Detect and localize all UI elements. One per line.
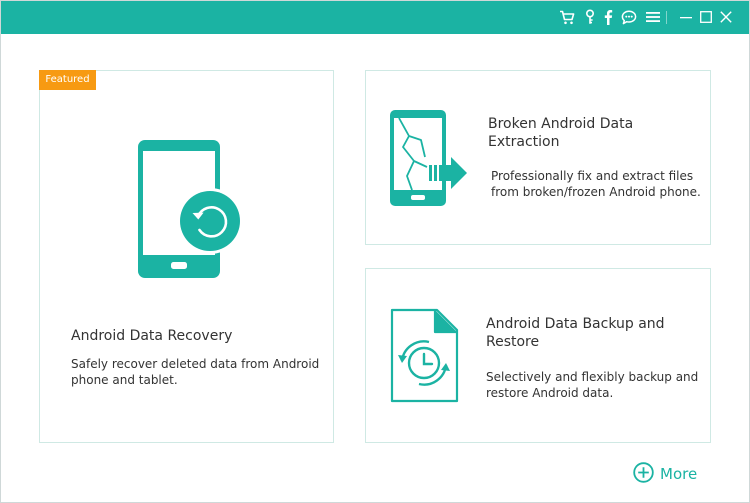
more-label: More — [660, 465, 698, 483]
card-description-line-1: Safely recover deleted data from Android — [71, 357, 320, 371]
card-title-line-1: Android Data Backup and — [486, 316, 665, 332]
card-title-line-2: Extraction — [488, 134, 560, 150]
featured-badge: Featured — [39, 70, 96, 90]
facebook-icon[interactable] — [599, 8, 617, 26]
card-title-line-2: Restore — [486, 334, 540, 350]
phone-restore-icon — [136, 138, 246, 287]
broken-android-extraction-card[interactable]: Broken Android Data Extraction Professio… — [365, 70, 711, 245]
minimize-icon[interactable] — [677, 8, 695, 26]
android-backup-restore-card[interactable]: Android Data Backup and Restore Selectiv… — [365, 268, 711, 443]
chat-icon[interactable] — [620, 8, 638, 26]
card-title-line-1: Broken Android Data — [488, 116, 634, 132]
card-description-line-2: restore Android data. — [486, 386, 614, 400]
app-window: Featured Android Data Recovery Safely re… — [0, 0, 750, 503]
title-bar — [1, 1, 749, 34]
card-description-line-2: phone and tablet. — [71, 373, 178, 387]
cart-icon[interactable] — [558, 8, 576, 26]
card-description-line-1: Selectively and flexibly backup and — [486, 370, 699, 384]
menu-icon[interactable] — [644, 8, 662, 26]
close-icon[interactable] — [717, 8, 735, 26]
android-data-recovery-card[interactable]: Featured Android Data Recovery Safely re… — [39, 70, 334, 443]
key-icon[interactable] — [581, 8, 599, 26]
more-button[interactable]: More — [633, 461, 698, 487]
backup-file-icon — [389, 307, 461, 409]
card-description-line-2: from broken/frozen Android phone. — [491, 185, 701, 199]
plus-circle-icon — [633, 461, 654, 487]
card-title: Android Data Recovery — [71, 328, 233, 344]
titlebar-separator — [666, 11, 667, 24]
maximize-icon[interactable] — [697, 8, 715, 26]
broken-phone-icon — [389, 109, 471, 213]
card-description-line-1: Professionally fix and extract files — [491, 169, 694, 183]
